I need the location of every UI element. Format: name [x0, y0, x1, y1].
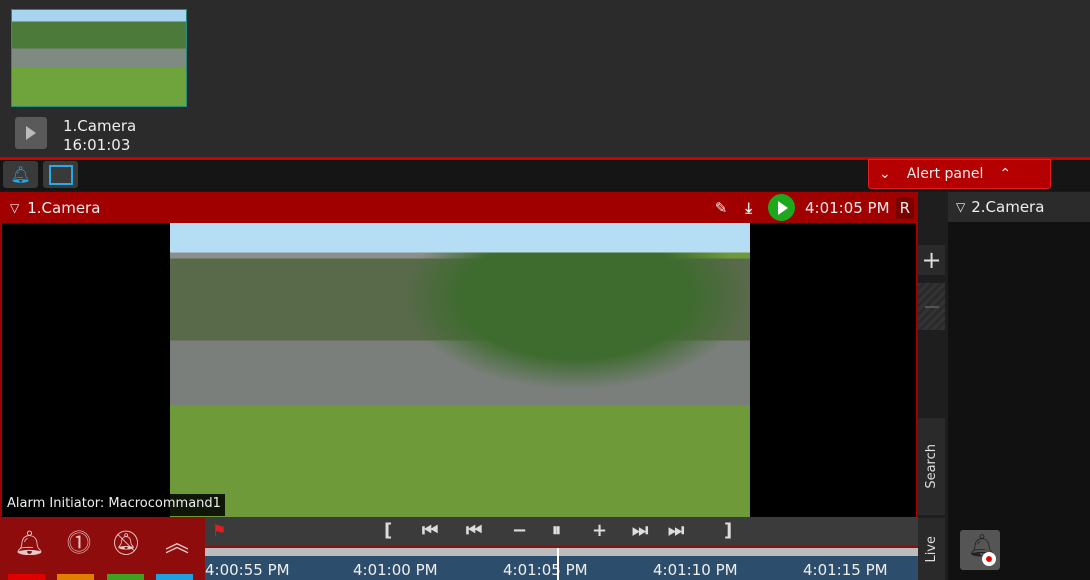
alert-icon[interactable]: ⓵ [64, 528, 94, 558]
timeline-label: 4:01:10 PM [653, 561, 738, 579]
alarm-initiator-label: Alarm Initiator: Macrocommand1 [3, 494, 225, 516]
pause-icon[interactable]: ⏸ [552, 520, 561, 541]
timeline[interactable]: 4:00:55 PM 4:01:00 PM 4:01:05 PM 4:01:10… [205, 548, 918, 580]
chevron-up-icon: ⌃ [999, 166, 1012, 182]
mark-end-icon[interactable]: ] [724, 520, 732, 541]
play-icon [26, 126, 36, 140]
next-timed-icon[interactable]: ⏭ [668, 520, 684, 541]
search-tab[interactable]: Search [918, 418, 945, 515]
timeline-label: 4:01:15 PM [803, 561, 888, 579]
green-color-bar [107, 574, 144, 580]
prev-frame-icon[interactable]: ⏮ [466, 520, 482, 541]
bell-icon[interactable]: 🔔︎ [14, 528, 44, 558]
filter-icon[interactable]: ▽ [956, 200, 965, 214]
timeline-scrollbar[interactable] [205, 548, 918, 556]
camera1-title: 1.Camera [27, 198, 101, 217]
orange-color-bar [57, 574, 94, 580]
thumbnail-camera-name: 1.Camera [63, 117, 137, 135]
zoom-in-button[interactable]: + [918, 245, 945, 275]
next-frame-icon[interactable]: ⏭ [632, 520, 648, 541]
camera1-header: ▽ 1.Camera ✎ ⤓ 4:01:05 PM R [0, 192, 918, 223]
playhead[interactable] [557, 548, 559, 580]
camera1-video[interactable] [170, 223, 750, 517]
thumbnail-play-button[interactable] [15, 117, 47, 149]
camera1-time: 4:01:05 PM [804, 198, 890, 217]
camera-thumbnail[interactable] [11, 9, 187, 107]
timeline-label: 4:00:55 PM [205, 561, 290, 579]
bell-icon: 🔔︎ [10, 165, 31, 184]
slower-icon[interactable]: − [512, 520, 527, 541]
playback-controls [205, 517, 918, 548]
live-tab[interactable]: Live [918, 518, 945, 580]
download-icon[interactable]: ⤓ [745, 199, 752, 217]
camera2-header: ▽ 2.Camera [948, 192, 1090, 222]
double-chevron-down-icon: ⌄ [879, 166, 891, 182]
timeline-label: 4:01:00 PM [353, 561, 438, 579]
play-button[interactable] [767, 194, 795, 221]
edit-icon[interactable]: ✎ [715, 199, 728, 217]
single-layout-button[interactable] [43, 161, 78, 188]
alert-panel-label: Alert panel [906, 166, 984, 182]
prev-timed-icon[interactable]: ⏮ [422, 520, 438, 541]
blue-color-bar [156, 574, 193, 580]
zoom-out-button[interactable] [918, 283, 945, 330]
camera2-title: 2.Camera [971, 198, 1045, 216]
arm-alarm-button[interactable]: 🔔︎ [960, 530, 1000, 570]
thumbnail-time: 16:01:03 [63, 136, 131, 154]
bell-off-icon[interactable]: 🔕︎ [111, 528, 141, 558]
recording-mode-badge[interactable]: R [895, 196, 914, 219]
red-color-bar [8, 574, 45, 580]
square-icon [48, 164, 73, 185]
camera2-tile[interactable] [948, 222, 1090, 580]
alarm-layout-button[interactable]: 🔔︎ [3, 161, 38, 188]
timeline-label: 4:01:05 PM [503, 561, 588, 579]
escalate-icon[interactable]: ︽ [162, 528, 192, 558]
mark-start-icon[interactable]: [ [384, 520, 392, 541]
filter-icon[interactable]: ▽ [10, 201, 19, 215]
faster-icon[interactable]: + [592, 520, 607, 541]
alert-panel-tab[interactable]: ⌄ Alert panel ⌃ [868, 159, 1051, 189]
alarm-flag-icon[interactable]: ⚑ [212, 521, 226, 540]
record-dot-icon [982, 552, 996, 566]
